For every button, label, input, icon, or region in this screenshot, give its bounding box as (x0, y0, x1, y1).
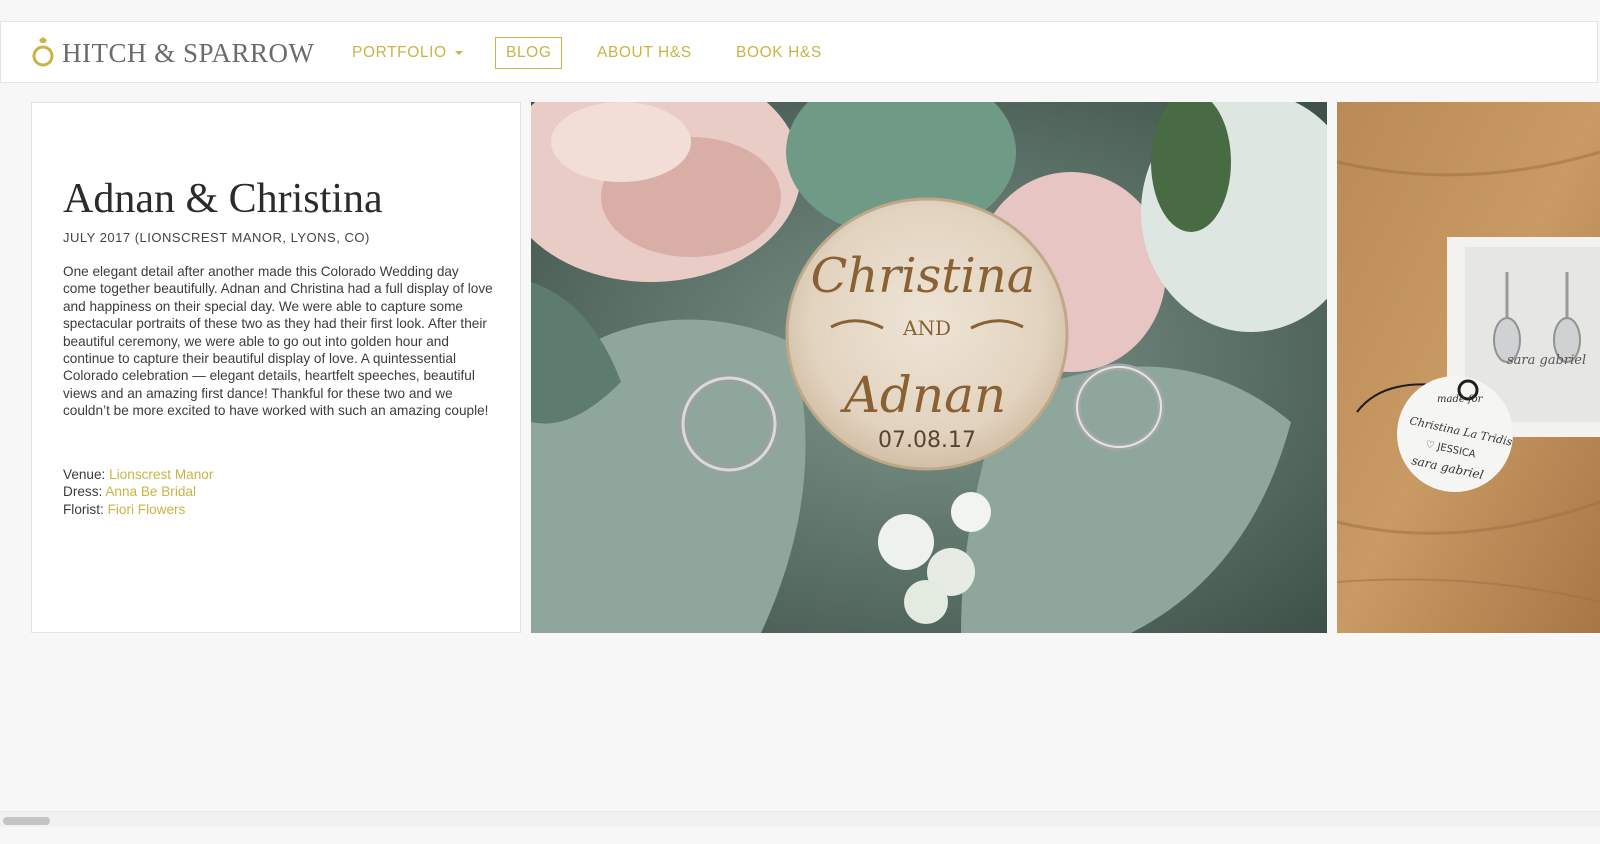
credit-dress-label: Dress: (63, 484, 103, 500)
bottom-strip (0, 827, 1600, 844)
credit-florist: Florist: Fiori Flowers (63, 501, 213, 518)
nav-portfolio-label: PORTFOLIO (352, 44, 447, 61)
post-credits: Venue: Lionscrest Manor Dress: Anna Be B… (63, 466, 213, 518)
credit-florist-link[interactable]: Fiori Flowers (108, 502, 186, 517)
disc-name-bottom: Adnan (840, 366, 1006, 424)
caret-down-icon (454, 51, 463, 55)
gallery-photo-earrings[interactable]: sara gabriel made for Christina La Tridi… (1337, 102, 1600, 633)
brand-logo-link[interactable]: HITCH & SPARROW (31, 36, 315, 70)
nav-book[interactable]: BOOK H&S (736, 36, 822, 70)
post-info-card: Adnan & Christina JULY 2017 (LIONSCREST … (31, 102, 521, 633)
nav-about-label: ABOUT H&S (597, 44, 692, 61)
nav-about[interactable]: ABOUT H&S (597, 36, 692, 70)
disc-date: 07.08.17 (878, 428, 976, 453)
credit-dress: Dress: Anna Be Bridal (63, 483, 213, 500)
post-description: One elegant detail after another made th… (63, 264, 493, 419)
credit-venue: Venue: Lionscrest Manor (63, 466, 213, 483)
gallery-photo-rings[interactable]: Christina AND Adnan 07.08.17 (531, 102, 1327, 633)
scrollbar-thumb[interactable] (3, 817, 50, 825)
earrings-photo-illustration: sara gabriel made for Christina La Tridi… (1337, 102, 1600, 633)
box-card-text: sara gabriel (1507, 353, 1586, 368)
credit-florist-label: Florist: (63, 501, 104, 517)
nav-blog-label: BLOG (506, 44, 552, 61)
disc-and: AND (902, 316, 951, 340)
tag-line-1: made for (1437, 394, 1484, 405)
credit-dress-link[interactable]: Anna Be Bridal (105, 484, 196, 499)
credit-venue-label: Venue: (63, 467, 106, 482)
nav-portfolio[interactable]: PORTFOLIO (352, 36, 463, 70)
credit-venue-link[interactable]: Lionscrest Manor (109, 467, 213, 482)
brand-name: HITCH & SPARROW (62, 37, 315, 68)
disc-name-top: Christina (811, 248, 1036, 304)
rings-photo-illustration: Christina AND Adnan 07.08.17 (531, 102, 1327, 633)
horizontal-scrollbar[interactable] (0, 811, 1600, 828)
site-header: HITCH & SPARROW PORTFOLIO BLOG ABOUT H&S… (0, 21, 1598, 83)
post-subtitle: JULY 2017 (LIONSCREST MANOR, LYONS, CO) (63, 230, 370, 245)
top-strip (0, 0, 1600, 21)
nav-blog[interactable]: BLOG (495, 37, 563, 69)
ring-icon (32, 37, 54, 67)
post-title: Adnan & Christina (63, 176, 383, 222)
nav-book-label: BOOK H&S (736, 44, 822, 61)
